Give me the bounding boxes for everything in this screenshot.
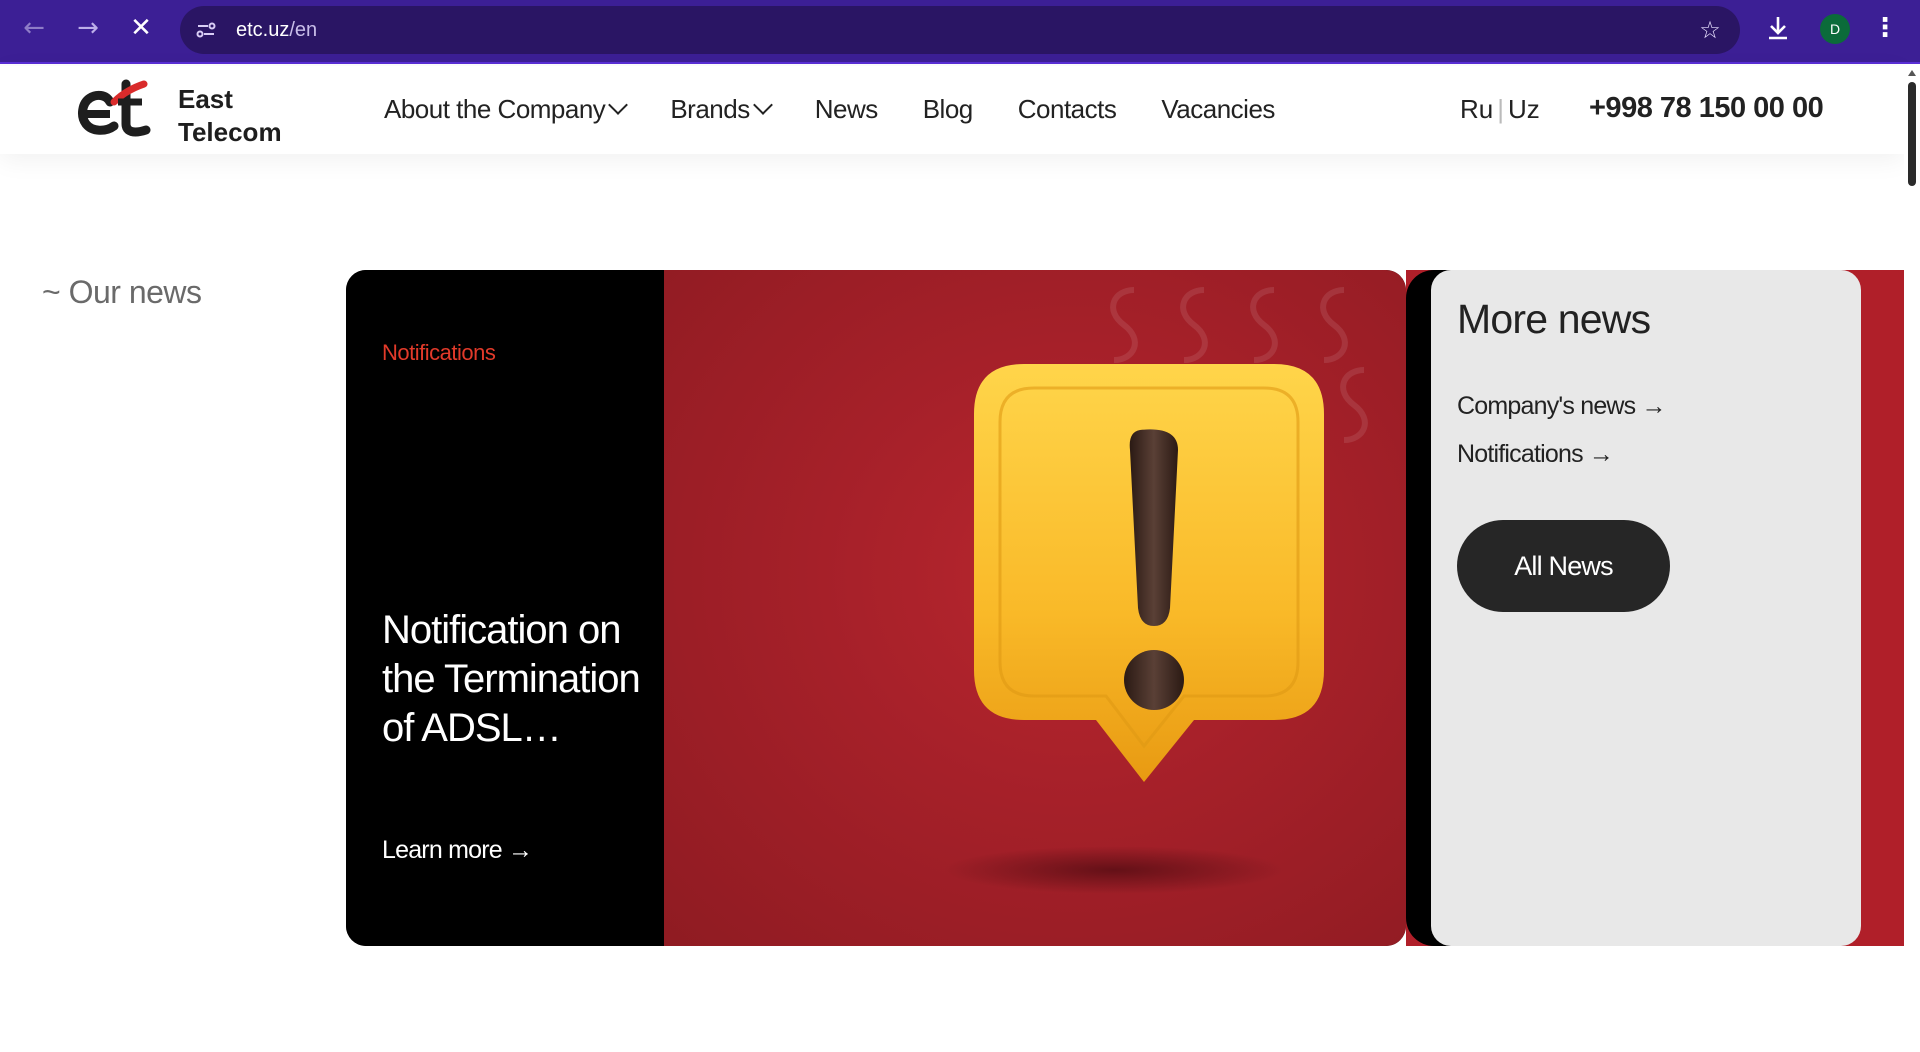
url-path: /en: [289, 19, 318, 41]
address-bar[interactable]: etc.uz/en ☆: [180, 6, 1740, 54]
nav-brands[interactable]: Brands: [670, 94, 773, 125]
download-arrow-icon: [1769, 17, 1787, 40]
scroll-thumb[interactable]: [1908, 82, 1916, 186]
exclamation-bubble-icon: [944, 287, 1368, 894]
nav-vacancies[interactable]: Vacancies: [1161, 94, 1275, 125]
news-image[interactable]: [664, 270, 1406, 946]
section-label: ~ Our news: [42, 274, 202, 310]
more-news-card: More news Company's news → Notifications…: [1431, 270, 1861, 946]
more-news-title: More news: [1457, 296, 1651, 342]
url-host: etc.uz: [236, 19, 290, 41]
nav-contacts[interactable]: Contacts: [1018, 94, 1117, 125]
more-news-panel: More news Company's news → Notifications…: [1406, 270, 1904, 946]
logo-line-1: East: [178, 84, 233, 114]
chevron-down-icon: [752, 95, 773, 115]
phone-number[interactable]: +998 78 150 00 00: [1589, 92, 1824, 125]
chevron-down-icon: [608, 95, 629, 115]
logo-text[interactable]: East Telecom: [178, 83, 282, 149]
news-category-tag[interactable]: Notifications: [382, 340, 496, 366]
lang-uz[interactable]: Uz: [1508, 94, 1540, 124]
et-logo-icon: [78, 79, 151, 137]
logo-line-2: Telecom: [178, 117, 282, 147]
company-news-link[interactable]: Company's news →: [1457, 392, 1667, 421]
learn-more-link[interactable]: Learn more →: [382, 836, 533, 865]
all-news-button[interactable]: All News: [1457, 520, 1670, 612]
download-icon[interactable]: [1762, 12, 1794, 44]
kebab-menu-icon[interactable]: ⋮: [1872, 12, 1898, 44]
tune-icon: [196, 22, 216, 38]
site-header: East Telecom About the Company Brands Ne…: [0, 66, 1904, 154]
profile-avatar[interactable]: D: [1820, 14, 1850, 44]
stop-loading-icon[interactable]: ✕: [123, 10, 159, 46]
main-navigation: About the Company Brands News Blog Conta…: [384, 94, 1320, 125]
scroll-up-icon[interactable]: [1908, 70, 1916, 76]
featured-news-card[interactable]: Notifications Notification on the Termin…: [346, 270, 1406, 946]
news-title[interactable]: Notification on the Termination of ADSL…: [382, 606, 652, 753]
nav-brands-label: Brands: [670, 94, 750, 124]
nav-about-company[interactable]: About the Company: [384, 94, 629, 125]
bookmark-star-icon[interactable]: ☆: [1696, 16, 1724, 44]
nav-about-label: About the Company: [384, 94, 606, 124]
lang-separator: |: [1497, 94, 1505, 124]
nav-news[interactable]: News: [815, 94, 879, 125]
page-scrollbar[interactable]: [1904, 66, 1920, 1052]
notifications-link[interactable]: Notifications →: [1457, 440, 1614, 469]
back-icon[interactable]: ←: [16, 10, 52, 46]
nav-blog[interactable]: Blog: [923, 94, 974, 125]
east-telecom-logo[interactable]: [76, 76, 156, 144]
site-settings-icon[interactable]: [194, 18, 218, 42]
forward-icon[interactable]: →: [70, 10, 106, 46]
url-text[interactable]: etc.uz/en: [236, 19, 317, 42]
language-switcher: Ru | Uz: [1460, 94, 1540, 125]
lang-ru[interactable]: Ru: [1460, 94, 1493, 124]
featured-news-text-panel: Notifications Notification on the Termin…: [346, 270, 664, 946]
browser-toolbar: ← → ✕ etc.uz/en ☆ D ⋮: [0, 0, 1920, 64]
